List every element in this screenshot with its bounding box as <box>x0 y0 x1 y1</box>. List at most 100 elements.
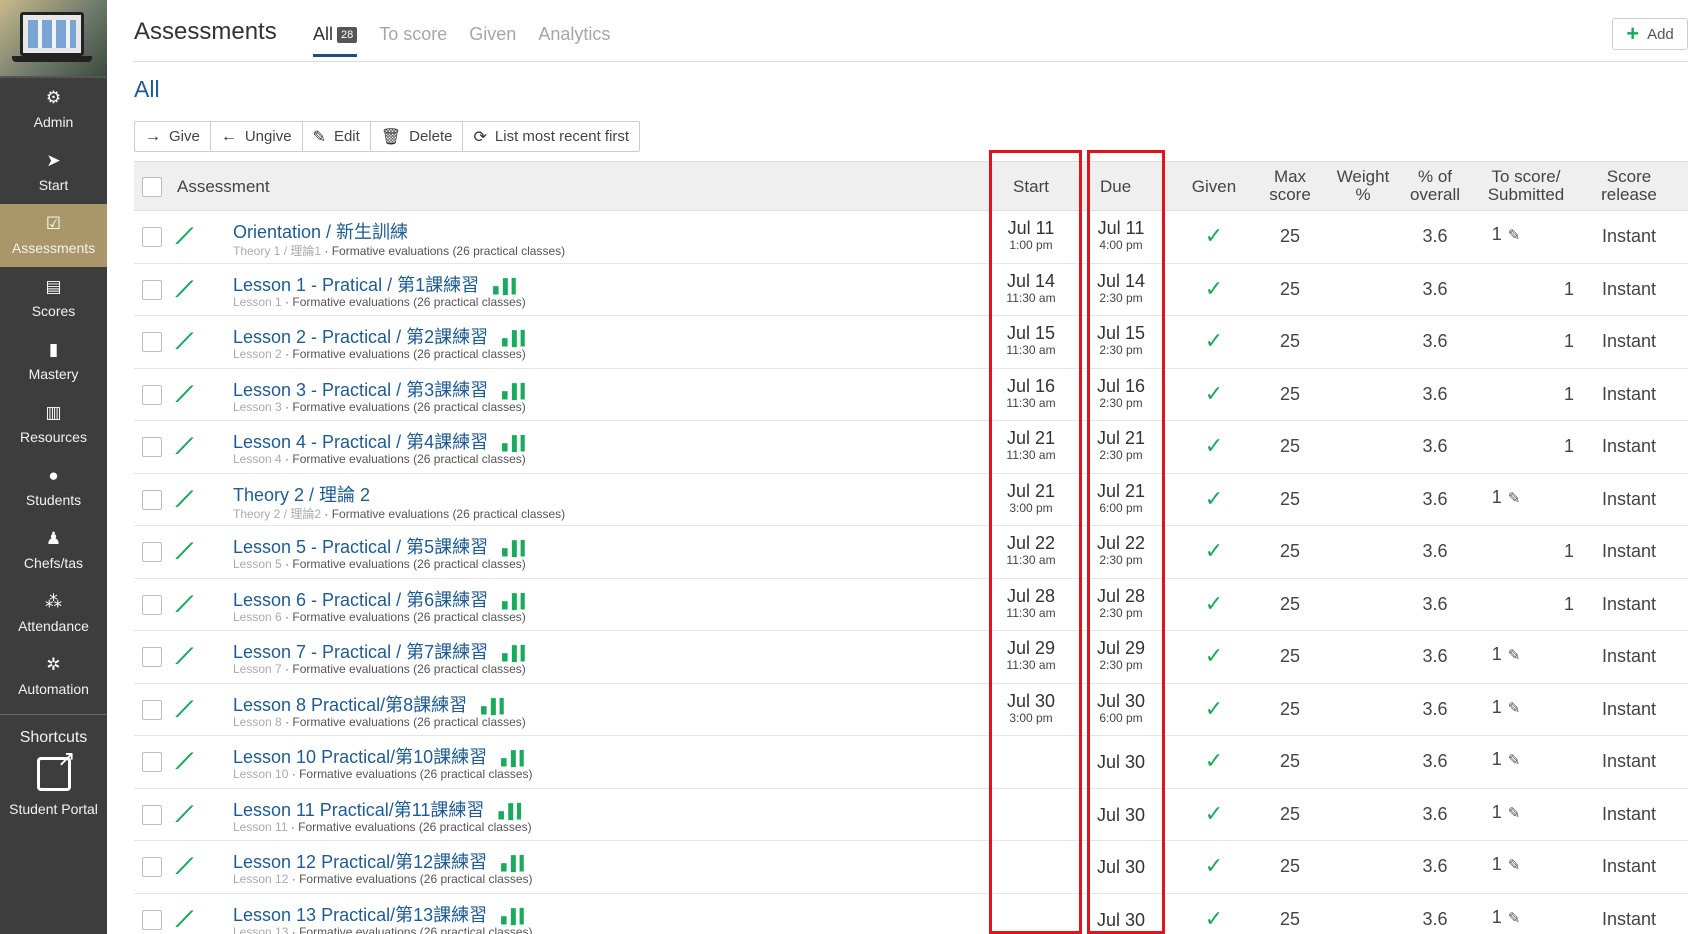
sidebar-item-attendance[interactable]: ⁂ Attendance <box>0 582 107 645</box>
add-button[interactable]: + Add <box>1612 18 1688 50</box>
row-checkbox[interactable] <box>142 279 162 300</box>
table-row[interactable]: ⁄⁄⁄ Lesson 1 - Pratical / 第1課練習 ▖▌▍ Lesson … <box>134 264 1688 316</box>
course-thumbnail[interactable] <box>0 0 107 78</box>
analytics-bars-icon[interactable]: ▖▌▍ <box>498 803 527 819</box>
to-score-count[interactable]: 1 ✎ <box>1476 854 1536 875</box>
edit-button[interactable]: ✎ Edit <box>303 122 371 151</box>
col-max-score[interactable]: Max score <box>1255 168 1325 204</box>
sidebar-item-mastery[interactable]: ▮ Mastery <box>0 330 107 393</box>
to-score-count[interactable]: 1 ✎ <box>1476 907 1536 928</box>
row-checkbox[interactable] <box>142 384 162 405</box>
assessment-link[interactable]: Lesson 11 Practical/第11課練習 ▖▌▍ <box>233 796 528 822</box>
table-row[interactable]: ⁄⁄⁄ Lesson 7 - Practical / 第7課練習 ▖▌▍ Lesson… <box>134 631 1688 684</box>
col-start[interactable]: Start <box>996 178 1066 196</box>
sidebar-item-admin[interactable]: ⚙ Admin <box>0 78 107 141</box>
row-checkbox[interactable] <box>142 542 162 562</box>
col-to-score[interactable]: To score/Submitted <box>1476 168 1576 204</box>
table-row[interactable]: ⁄⁄⁄ Lesson 12 Practical/第12課練習 ▖▌▍ Lesson 1… <box>134 841 1688 894</box>
col-weight[interactable]: Weight% <box>1328 168 1398 204</box>
table-row[interactable]: ⁄⁄⁄ Lesson 6 - Practical / 第6課練習 ▖▌▍ Lesson… <box>134 579 1688 631</box>
to-score-count[interactable]: 1 ✎ <box>1476 224 1536 245</box>
given-check-icon[interactable]: ✓ <box>1182 223 1246 249</box>
row-checkbox[interactable] <box>142 909 162 930</box>
row-checkbox[interactable] <box>142 227 162 247</box>
to-score-count[interactable]: 1 ✎ <box>1476 749 1536 770</box>
given-check-icon[interactable]: ✓ <box>1182 643 1246 669</box>
sidebar-item-scores[interactable]: ▤ Scores <box>0 267 107 330</box>
given-check-icon[interactable]: ✓ <box>1182 538 1246 564</box>
col-due[interactable]: Due <box>1100 178 1140 196</box>
pencil-icon[interactable]: ✎ <box>1508 752 1521 769</box>
analytics-bars-icon[interactable]: ▖▌▍ <box>502 540 531 556</box>
given-check-icon[interactable]: ✓ <box>1182 381 1246 407</box>
row-checkbox[interactable] <box>142 699 162 720</box>
row-checkbox[interactable] <box>142 804 162 825</box>
tab-all[interactable]: All 28 <box>313 24 358 57</box>
given-check-icon[interactable]: ✓ <box>1182 276 1246 302</box>
pencil-icon[interactable]: ✎ <box>1508 910 1521 927</box>
pencil-icon[interactable]: ✎ <box>1508 857 1521 874</box>
given-check-icon[interactable]: ✓ <box>1182 748 1246 774</box>
assessment-link[interactable]: Lesson 12 Practical/第12課練習 ▖▌▍ <box>233 848 531 874</box>
col-assessment[interactable]: Assessment <box>177 178 270 196</box>
row-checkbox[interactable] <box>142 489 162 510</box>
table-row[interactable]: ⁄⁄⁄ Lesson 11 Practical/第11課練習 ▖▌▍ Lesson 1… <box>134 789 1688 841</box>
row-checkbox[interactable] <box>142 752 162 772</box>
assessment-link[interactable]: Lesson 2 - Practical / 第2課練習 ▖▌▍ <box>233 323 532 349</box>
to-score-count[interactable]: 1 ✎ <box>1476 644 1536 665</box>
assessment-link[interactable]: Lesson 10 Practical/第10課練習 ▖▌▍ <box>233 743 531 769</box>
table-row[interactable]: ⁄⁄⁄ Orientation / 新生訓練 Theory 1 / 理論1 · Fo… <box>134 211 1688 264</box>
assessment-link[interactable]: Orientation / 新生訓練 <box>233 218 408 244</box>
tab-analytics[interactable]: Analytics <box>538 24 610 57</box>
sidebar-item-start[interactable]: ➤ Start <box>0 141 107 204</box>
row-checkbox[interactable] <box>142 594 162 615</box>
analytics-bars-icon[interactable]: ▖▌▍ <box>502 645 531 661</box>
pencil-icon[interactable]: ✎ <box>1508 227 1521 244</box>
table-row[interactable]: ⁄⁄⁄ Lesson 5 - Practical / 第5課練習 ▖▌▍ Lesson… <box>134 526 1688 579</box>
ungive-button[interactable]: ← Ungive <box>211 122 303 151</box>
give-button[interactable]: → Give <box>135 122 211 151</box>
assessment-link[interactable]: Lesson 4 - Practical / 第4課練習 ▖▌▍ <box>233 428 532 454</box>
given-check-icon[interactable]: ✓ <box>1182 801 1246 827</box>
analytics-bars-icon[interactable]: ▖▌▍ <box>501 908 530 924</box>
given-check-icon[interactable]: ✓ <box>1182 591 1246 617</box>
assessment-link[interactable]: Lesson 5 - Practical / 第5課練習 ▖▌▍ <box>233 533 532 559</box>
sidebar-item-chefs-tas[interactable]: ♟ Chefs/tas <box>0 519 107 582</box>
table-row[interactable]: ⁄⁄⁄ Lesson 2 - Practical / 第2課練習 ▖▌▍ Lesson… <box>134 316 1688 369</box>
row-checkbox[interactable] <box>142 332 162 352</box>
select-all-checkbox[interactable] <box>142 177 162 197</box>
sidebar-item-students[interactable]: ● Students <box>0 456 107 519</box>
to-score-count[interactable]: 1 ✎ <box>1476 487 1536 508</box>
table-row[interactable]: ⁄⁄⁄ Theory 2 / 理論 2 Theory 2 / 理論2 · Forma… <box>134 474 1688 526</box>
sort-button[interactable]: ⟳ List most recent first <box>463 122 639 151</box>
analytics-bars-icon[interactable]: ▖▌▍ <box>501 750 530 766</box>
table-row[interactable]: ⁄⁄⁄ Lesson 10 Practical/第10課練習 ▖▌▍ Lesson 1… <box>134 736 1688 789</box>
analytics-bars-icon[interactable]: ▖▌▍ <box>501 855 530 871</box>
col-score-release[interactable]: Score release <box>1584 168 1674 204</box>
row-checkbox[interactable] <box>142 647 162 667</box>
given-check-icon[interactable]: ✓ <box>1182 328 1246 354</box>
pencil-icon[interactable]: ✎ <box>1508 647 1521 664</box>
table-row[interactable]: ⁄⁄⁄ Lesson 3 - Practical / 第3課練習 ▖▌▍ Lesson… <box>134 369 1688 421</box>
row-checkbox[interactable] <box>142 437 162 457</box>
row-checkbox[interactable] <box>142 857 162 877</box>
given-check-icon[interactable]: ✓ <box>1182 696 1246 722</box>
assessment-link[interactable]: Lesson 1 - Pratical / 第1課練習 ▖▌▍ <box>233 271 523 297</box>
assessment-link[interactable]: Lesson 6 - Practical / 第6課練習 ▖▌▍ <box>233 586 532 612</box>
given-check-icon[interactable]: ✓ <box>1182 433 1246 459</box>
table-row[interactable]: ⁄⁄⁄ Lesson 8 Practical/第8課練習 ▖▌▍ Lesson 8 ·… <box>134 684 1688 736</box>
sidebar-item-assessments[interactable]: ☑ Assessments <box>0 204 107 267</box>
pencil-icon[interactable]: ✎ <box>1508 805 1521 822</box>
col-given[interactable]: Given <box>1182 178 1246 196</box>
assessment-link[interactable]: Lesson 8 Practical/第8課練習 ▖▌▍ <box>233 691 511 717</box>
pencil-icon[interactable]: ✎ <box>1508 490 1521 507</box>
assessment-link[interactable]: Lesson 3 - Practical / 第3課練習 ▖▌▍ <box>233 376 532 402</box>
tab-to-score[interactable]: To score <box>379 24 447 57</box>
given-check-icon[interactable]: ✓ <box>1182 853 1246 879</box>
assessment-link[interactable]: Lesson 13 Practical/第13課練習 ▖▌▍ <box>233 901 531 927</box>
analytics-bars-icon[interactable]: ▖▌▍ <box>493 278 522 294</box>
given-check-icon[interactable]: ✓ <box>1182 486 1246 512</box>
table-row[interactable]: ⁄⁄⁄ Lesson 13 Practical/第13課練習 ▖▌▍ Lesson 1… <box>134 894 1688 934</box>
sidebar-item-automation[interactable]: ✲ Automation <box>0 645 107 708</box>
to-score-count[interactable]: 1 ✎ <box>1476 697 1536 718</box>
